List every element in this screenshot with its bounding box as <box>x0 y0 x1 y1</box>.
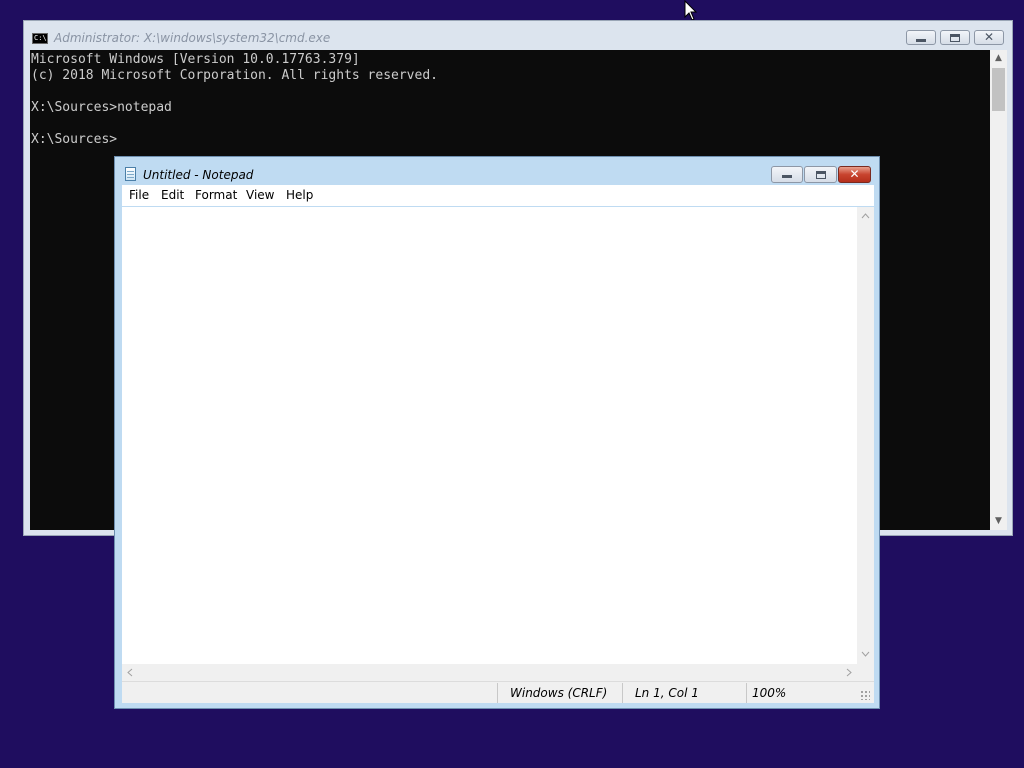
close-icon: ✕ <box>983 30 995 44</box>
status-divider <box>622 683 623 703</box>
menu-file[interactable]: File <box>129 188 149 202</box>
status-cursor-position: Ln 1, Col 1 <box>635 686 699 700</box>
notepad-text-area[interactable] <box>122 207 857 664</box>
cmd-maximize-button[interactable] <box>940 30 970 45</box>
notepad-app-icon <box>125 167 136 181</box>
notepad-maximize-button[interactable] <box>804 166 837 183</box>
menu-view[interactable]: View <box>246 188 274 202</box>
mouse-pointer-icon <box>684 0 698 21</box>
notepad-close-button[interactable]: ✕ <box>838 166 871 183</box>
menu-help[interactable]: Help <box>286 188 313 202</box>
notepad-minimize-button[interactable] <box>771 166 803 183</box>
cmd-minimize-button[interactable] <box>906 30 936 45</box>
notepad-window[interactable]: Untitled - Notepad ✕ File Edit Format Vi… <box>114 156 880 709</box>
chevron-up-icon[interactable] <box>861 213 870 219</box>
chevron-right-icon[interactable] <box>846 668 852 677</box>
cmd-window-title: Administrator: X:\windows\system32\cmd.e… <box>54 31 331 45</box>
minimize-icon <box>916 39 926 42</box>
chevron-left-icon[interactable] <box>127 668 133 677</box>
maximize-icon <box>816 171 826 179</box>
status-divider <box>746 683 747 703</box>
menu-format[interactable]: Format <box>195 188 237 202</box>
notepad-vertical-scrollbar[interactable] <box>857 207 874 664</box>
resize-grip-icon[interactable] <box>860 690 870 700</box>
minimize-icon <box>782 175 792 178</box>
menu-edit[interactable]: Edit <box>161 188 184 202</box>
notepad-window-title: Untitled - Notepad <box>143 168 254 182</box>
cmd-scrollbar-thumb[interactable] <box>992 68 1005 111</box>
cmd-titlebar[interactable]: C:\ Administrator: X:\windows\system32\c… <box>24 21 1012 51</box>
console-line: X:\Sources>notepad <box>31 100 172 115</box>
console-line: Microsoft Windows [Version 10.0.17763.37… <box>31 52 360 67</box>
close-icon: ✕ <box>849 167 860 181</box>
status-divider <box>497 683 498 703</box>
maximize-icon <box>950 34 960 42</box>
console-prompt: X:\Sources> <box>31 132 118 147</box>
chevron-up-icon[interactable]: ▲ <box>990 53 1007 63</box>
cmd-app-icon: C:\ <box>32 33 48 44</box>
cmd-close-button[interactable]: ✕ <box>974 30 1004 45</box>
notepad-horizontal-scrollbar[interactable] <box>122 664 857 681</box>
status-line-ending: Windows (CRLF) <box>510 686 608 700</box>
chevron-down-icon[interactable] <box>861 651 870 657</box>
menu-bar: File Edit Format View Help <box>122 185 874 206</box>
status-bar: Windows (CRLF) Ln 1, Col 1 100% <box>122 681 874 703</box>
cmd-vertical-scrollbar[interactable]: ▲ ▼ <box>990 50 1007 530</box>
chevron-down-icon[interactable]: ▼ <box>990 516 1007 526</box>
console-line: (c) 2018 Microsoft Corporation. All righ… <box>31 68 438 83</box>
scrollbar-corner <box>857 664 874 681</box>
status-zoom: 100% <box>752 686 787 700</box>
